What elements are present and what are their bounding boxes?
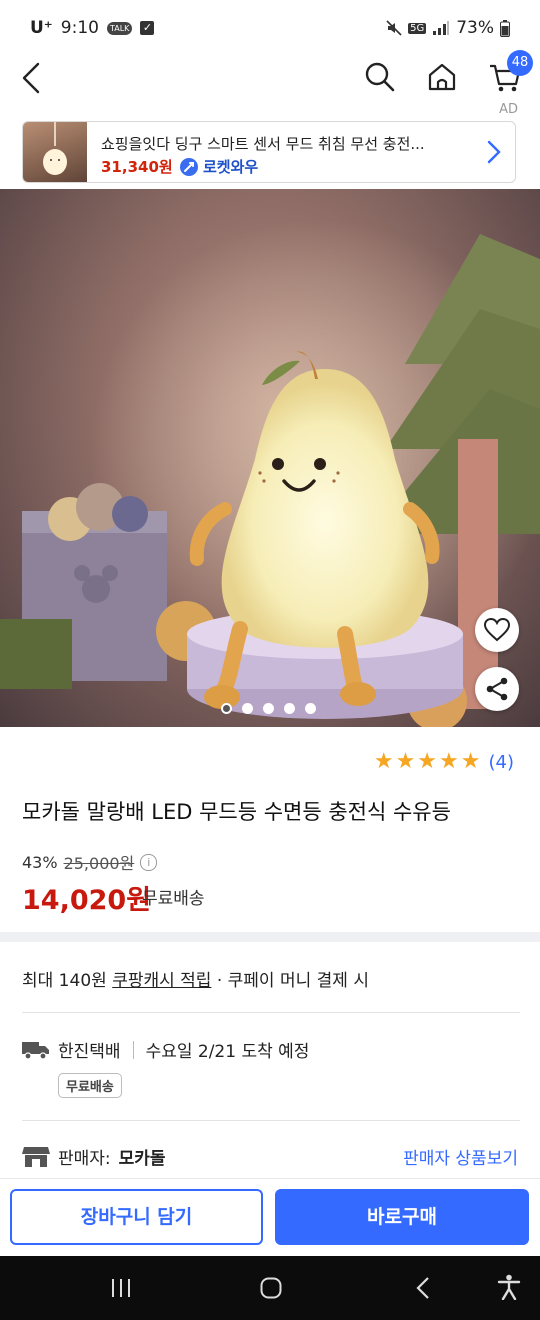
discount-rate: 43%	[22, 852, 58, 872]
gallery-dots	[221, 703, 316, 714]
gallery-dot[interactable]	[263, 703, 274, 714]
original-price: 25,000원	[63, 854, 135, 873]
product-name: 모카돌 말랑배 LED 무드등 수면등 충전식 수유등	[22, 800, 451, 824]
system-nav-bar	[0, 1256, 540, 1320]
talk-notification-icon: TALK	[106, 21, 133, 35]
home-button-icon[interactable]	[260, 1277, 282, 1299]
rocket-icon	[180, 157, 198, 176]
check-notification-icon: ✓	[140, 21, 155, 35]
share-icon	[486, 677, 508, 701]
arrival-date: 수요일 2/21 도착 예정	[145, 1042, 310, 1062]
cash-prefix: 최대 140원	[22, 971, 113, 991]
chevron-right-icon	[487, 140, 501, 164]
rocket-wow-label: 로켓와우	[203, 158, 259, 176]
pear-lamp-illustration	[0, 219, 540, 727]
sale-price: 14,020원	[22, 885, 152, 916]
courier-name: 한진택배	[58, 1042, 121, 1062]
ad-banner-title: 쇼핑을잇다 딩구 스마트 센서 무드 취침 무선 충전...	[101, 135, 425, 153]
ad-label: AD	[499, 102, 518, 117]
coupang-cash-link[interactable]: 쿠팡캐시 적립	[112, 971, 211, 991]
star-icon: ★	[439, 749, 459, 774]
share-button[interactable]	[475, 667, 519, 711]
cart-count-badge: 48	[507, 50, 533, 76]
battery-label: 73%	[456, 18, 494, 38]
seller-info: 판매자: 모카돌	[22, 1144, 166, 1169]
carrier-label: U⁺	[30, 18, 53, 38]
star-icon: ★	[460, 749, 481, 774]
product-image[interactable]	[0, 189, 540, 727]
buy-now-button[interactable]: 바로구매	[275, 1189, 529, 1245]
top-nav	[0, 56, 540, 120]
ad-banner-price: 31,340원	[101, 158, 173, 176]
review-count[interactable]: (4)	[489, 752, 515, 773]
rating[interactable]: ★ ★ ★ ★ ★ (4)	[374, 751, 514, 773]
gallery-dot[interactable]	[284, 703, 295, 714]
cash-suffix: · 쿠페이 머니 결제 시	[211, 971, 369, 991]
discount-row: 43% 25,000원 i	[22, 850, 158, 874]
accessibility-icon[interactable]	[497, 1274, 521, 1300]
signal-icon	[433, 21, 450, 35]
divider	[22, 1012, 520, 1013]
add-to-cart-button[interactable]: 장바구니 담기	[10, 1189, 263, 1245]
mute-icon	[386, 20, 402, 36]
network-label: 5G	[408, 22, 427, 34]
status-left: U⁺ 9:10 TALK ✓	[30, 18, 155, 38]
store-icon	[22, 1146, 50, 1167]
recent-apps-icon[interactable]	[110, 1278, 132, 1298]
gallery-dot[interactable]	[242, 703, 253, 714]
star-icon: ★	[373, 749, 394, 774]
bottom-action-bar: 장바구니 담기 바로구매	[0, 1178, 540, 1257]
seller-label: 판매자:	[58, 1149, 111, 1169]
battery-icon	[500, 19, 510, 37]
home-icon[interactable]	[426, 61, 458, 93]
truck-icon	[22, 1041, 49, 1060]
free-shipping-label: 무료배송	[142, 889, 205, 909]
divider	[22, 1120, 520, 1121]
ad-banner[interactable]: 쇼핑을잇다 딩구 스마트 센서 무드 취침 무선 충전... 31,340원 로…	[22, 121, 516, 183]
status-right: 5G 73%	[386, 18, 510, 38]
seller-products-link[interactable]: 판매자 상품보기	[403, 1144, 518, 1169]
separator	[132, 1040, 134, 1059]
rocket-wow-badge: 로켓와우	[179, 156, 258, 177]
section-divider	[0, 932, 540, 942]
clock: 9:10	[60, 18, 99, 38]
seller-name[interactable]: 모카돌	[119, 1144, 166, 1169]
star-icon: ★	[417, 749, 438, 774]
wishlist-button[interactable]	[475, 608, 519, 652]
star-icon: ★	[395, 749, 416, 774]
gallery-dot[interactable]	[221, 703, 232, 714]
back-icon[interactable]	[20, 62, 44, 94]
heart-icon	[484, 618, 510, 642]
delivery-info: 한진택배 수요일 2/21 도착 예정	[22, 1037, 309, 1062]
system-back-icon[interactable]	[416, 1277, 430, 1299]
search-icon[interactable]	[364, 61, 396, 93]
info-icon[interactable]: i	[140, 853, 158, 871]
gallery-dot[interactable]	[305, 703, 316, 714]
cash-reward: 최대 140원 쿠팡캐시 적립 · 쿠페이 머니 결제 시	[22, 966, 369, 991]
free-shipping-tag: 무료배송	[58, 1073, 122, 1098]
ad-banner-thumbnail	[23, 122, 87, 182]
status-bar: U⁺ 9:10 TALK ✓ 5G 73%	[0, 0, 540, 56]
